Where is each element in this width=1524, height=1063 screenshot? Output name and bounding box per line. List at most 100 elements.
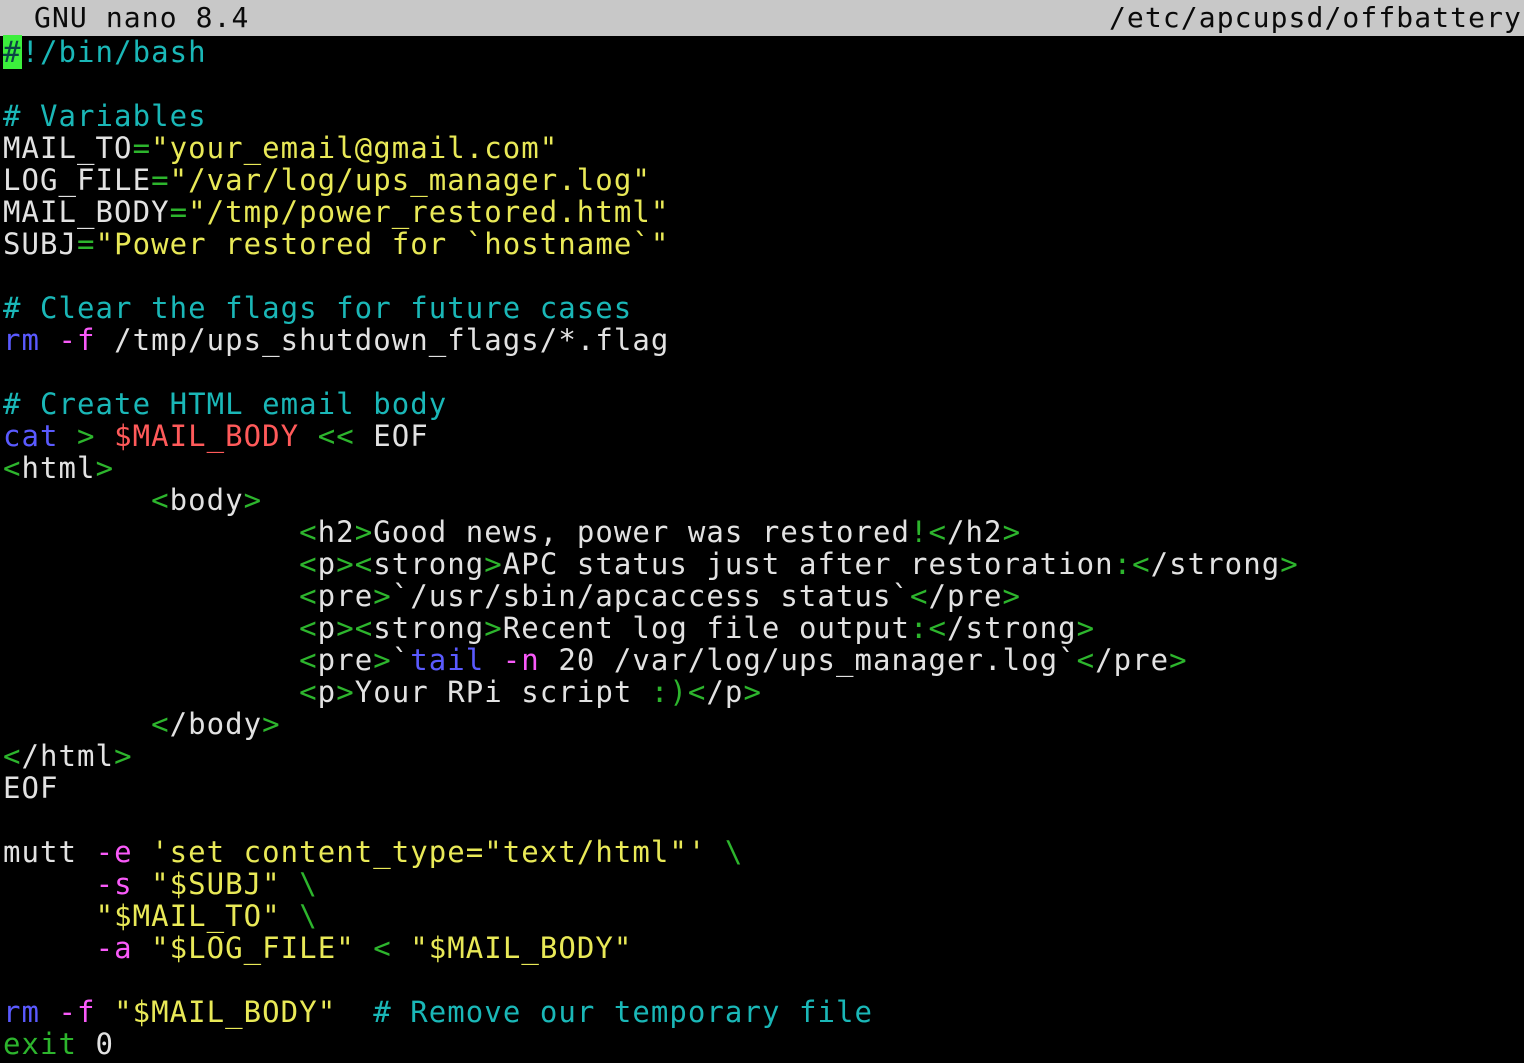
code-segment: # Variables bbox=[3, 99, 207, 133]
code-segment: strong bbox=[373, 611, 484, 645]
code-segment: < bbox=[355, 611, 374, 645]
code-line bbox=[3, 804, 1524, 836]
code-segment: > bbox=[96, 451, 115, 485]
file-path-label: /etc/apcupsd/offbattery bbox=[1109, 0, 1522, 36]
code-segment: > bbox=[373, 643, 392, 677]
code-segment bbox=[3, 931, 96, 965]
code-segment: < bbox=[373, 931, 392, 965]
code-segment: html bbox=[22, 451, 96, 485]
code-line: <pre>`/usr/sbin/apcaccess status`</pre> bbox=[3, 580, 1524, 612]
code-segment: -e bbox=[96, 835, 133, 869]
code-segment: EOF bbox=[355, 419, 429, 453]
code-segment: # Clear the flags for future cases bbox=[3, 291, 632, 325]
code-segment: /p bbox=[706, 675, 743, 709]
code-segment bbox=[3, 515, 299, 549]
code-line: # Variables bbox=[3, 100, 1524, 132]
code-segment bbox=[299, 419, 318, 453]
nano-version-label: GNU nano 8.4 bbox=[34, 0, 250, 36]
code-line: <p>Your RPi script :)</p> bbox=[3, 676, 1524, 708]
code-segment bbox=[3, 483, 151, 517]
code-segment: > bbox=[336, 611, 355, 645]
code-segment: < bbox=[299, 675, 318, 709]
code-segment: /strong bbox=[947, 611, 1077, 645]
code-segment: : bbox=[1114, 547, 1133, 581]
code-line bbox=[3, 356, 1524, 388]
code-segment: # Create HTML email body bbox=[3, 387, 447, 421]
code-line: MAIL_TO="your_email@gmail.com" bbox=[3, 132, 1524, 164]
code-line: "$MAIL_TO" \ bbox=[3, 900, 1524, 932]
code-segment bbox=[706, 835, 725, 869]
code-segment: < bbox=[299, 579, 318, 613]
code-segment: \ bbox=[299, 867, 318, 901]
code-line bbox=[3, 964, 1524, 996]
code-segment bbox=[3, 899, 96, 933]
code-segment: -a bbox=[96, 931, 133, 965]
code-line: LOG_FILE="/var/log/ups_manager.log" bbox=[3, 164, 1524, 196]
code-segment: mutt bbox=[3, 835, 96, 869]
code-segment: :) bbox=[651, 675, 688, 709]
code-line: EOF bbox=[3, 772, 1524, 804]
code-segment bbox=[3, 579, 299, 613]
code-segment: EOF bbox=[3, 771, 59, 805]
code-segment: /body bbox=[170, 707, 263, 741]
code-segment bbox=[3, 675, 299, 709]
code-segment: "$SUBJ" bbox=[151, 867, 281, 901]
code-segment: > bbox=[743, 675, 762, 709]
code-segment: : bbox=[910, 611, 929, 645]
editor-area[interactable]: #!/bin/bash # VariablesMAIL_TO="your_ema… bbox=[0, 36, 1524, 1063]
code-segment: !/bin/bash bbox=[22, 35, 207, 69]
code-segment: > bbox=[1077, 611, 1096, 645]
code-segment bbox=[3, 707, 151, 741]
code-segment: < bbox=[151, 483, 170, 517]
code-segment bbox=[96, 419, 115, 453]
code-segment: < bbox=[688, 675, 707, 709]
code-line: # Create HTML email body bbox=[3, 388, 1524, 420]
code-segment: MAIL_BODY bbox=[3, 195, 170, 229]
code-segment bbox=[281, 899, 300, 933]
code-segment: "$MAIL_BODY" bbox=[410, 931, 632, 965]
code-segment: /strong bbox=[1151, 547, 1281, 581]
code-segment: > bbox=[1280, 547, 1299, 581]
code-segment: \ bbox=[299, 899, 318, 933]
code-segment: < bbox=[151, 707, 170, 741]
code-segment: > bbox=[1169, 643, 1188, 677]
code-line: <p><strong>APC status just after restora… bbox=[3, 548, 1524, 580]
code-segment: p bbox=[318, 675, 337, 709]
code-segment: -f bbox=[59, 323, 96, 357]
code-line: <html> bbox=[3, 452, 1524, 484]
code-segment bbox=[59, 419, 78, 453]
code-segment: > bbox=[484, 547, 503, 581]
code-segment: Good news, power was restored bbox=[373, 515, 910, 549]
code-segment: > bbox=[114, 739, 133, 773]
code-segment bbox=[133, 931, 152, 965]
code-segment: -n bbox=[503, 643, 540, 677]
code-segment: pre bbox=[318, 643, 374, 677]
code-segment: "/tmp/power_restored.html" bbox=[188, 195, 669, 229]
code-segment: > bbox=[484, 611, 503, 645]
code-segment: > bbox=[77, 419, 96, 453]
code-segment: > bbox=[1003, 579, 1022, 613]
code-segment bbox=[3, 611, 299, 645]
code-segment: Recent log file output bbox=[503, 611, 910, 645]
code-segment: p bbox=[318, 611, 337, 645]
code-segment bbox=[3, 643, 299, 677]
code-segment bbox=[336, 995, 373, 1029]
code-line: cat > $MAIL_BODY << EOF bbox=[3, 420, 1524, 452]
code-line: # Clear the flags for future cases bbox=[3, 292, 1524, 324]
code-line: </body> bbox=[3, 708, 1524, 740]
code-segment: < bbox=[3, 739, 22, 773]
code-line: rm -f /tmp/ups_shutdown_flags/*.flag bbox=[3, 324, 1524, 356]
code-segment: < bbox=[299, 611, 318, 645]
code-segment bbox=[40, 995, 59, 1029]
code-line: <body> bbox=[3, 484, 1524, 516]
code-segment: "$MAIL_TO" bbox=[96, 899, 281, 933]
code-segment: "/var/log/ups_manager.log" bbox=[170, 163, 651, 197]
code-segment: rm bbox=[3, 323, 40, 357]
code-segment: > bbox=[262, 707, 281, 741]
code-segment: "$LOG_FILE" bbox=[151, 931, 355, 965]
code-segment: APC status just after restoration bbox=[503, 547, 1114, 581]
code-segment bbox=[3, 547, 299, 581]
code-segment bbox=[133, 835, 152, 869]
code-segment: < bbox=[355, 547, 374, 581]
code-segment: "your_email@gmail.com" bbox=[151, 131, 558, 165]
